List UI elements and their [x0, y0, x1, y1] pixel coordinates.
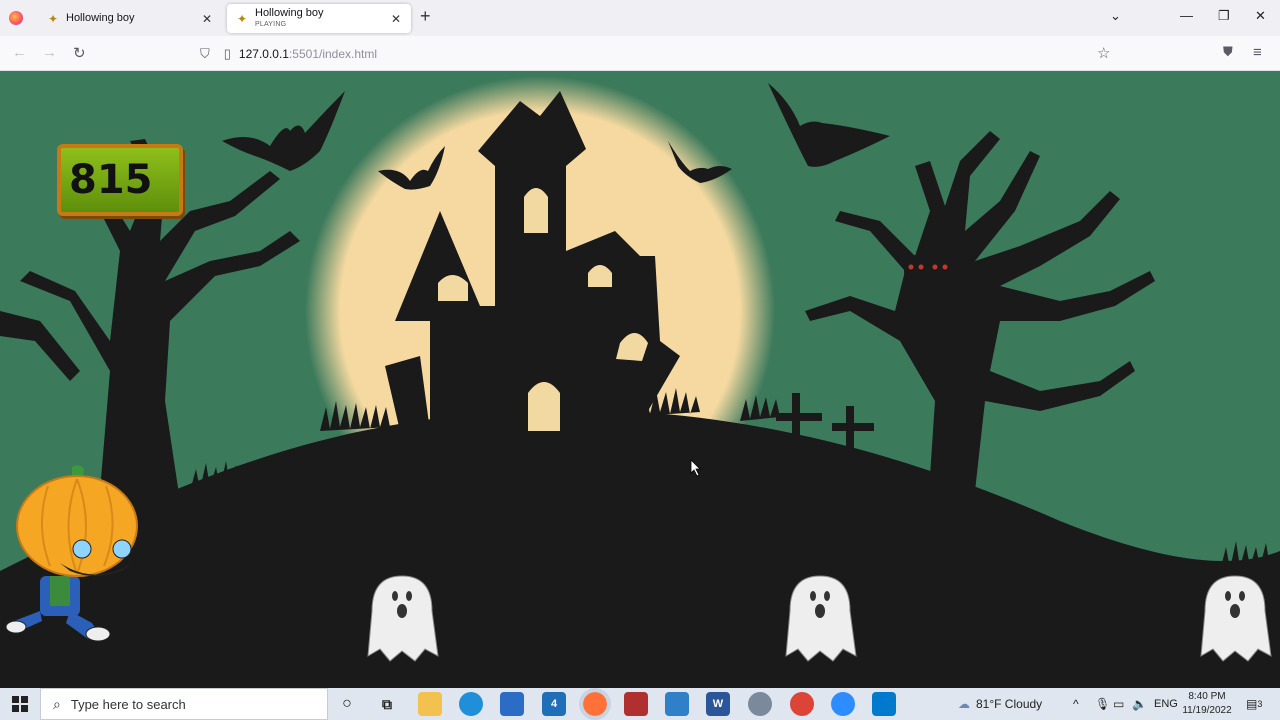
reload-icon[interactable]: ↻	[73, 44, 86, 62]
score-value: 815	[69, 157, 153, 203]
edge-browser-icon[interactable]	[459, 692, 483, 716]
tab-close-icon[interactable]: ✕	[389, 12, 403, 26]
menu-hamburger-icon[interactable]: ≡	[1253, 44, 1262, 61]
tab-title: Hollowing boy	[255, 6, 324, 19]
game-scene	[0, 71, 1280, 688]
clock-date: 11/19/2022	[1182, 705, 1232, 716]
notification-icon[interactable]: ▤ 3	[1246, 688, 1262, 720]
tab-hollowing-boy-1[interactable]: ✦ Hollowing boy ✕	[38, 4, 222, 33]
close-window-icon[interactable]: ✕	[1255, 8, 1266, 24]
battery-icon[interactable]: ▭	[1113, 688, 1124, 720]
url-host: 127.0.0.1	[238, 46, 289, 61]
taskbar-search-box[interactable]: ⌕ Type here to search	[40, 688, 328, 720]
tab-favicon-icon: ✦	[236, 11, 248, 26]
photos-icon[interactable]	[665, 692, 689, 716]
firefox-taskbar-icon[interactable]	[579, 688, 611, 720]
tray-chevron-icon[interactable]: ^	[1073, 688, 1079, 720]
winrar-icon[interactable]	[624, 692, 648, 716]
vscode-icon[interactable]	[872, 692, 896, 716]
word-icon[interactable]: W	[706, 692, 730, 716]
weather-text: 81°F Cloudy	[976, 697, 1043, 711]
url-bar[interactable]: ⛉ ▯ 127.0.0.1:5501/index.html	[194, 40, 1124, 67]
tab-playing-label: PLAYING	[255, 20, 287, 28]
search-icon: ⌕	[53, 695, 61, 712]
tab-hollowing-boy-2[interactable]: ✦ Hollowing boy PLAYING ✕	[227, 4, 411, 33]
back-arrow-icon[interactable]: ←	[12, 44, 27, 61]
forward-arrow-icon[interactable]: →	[42, 44, 57, 61]
windows-taskbar: ⌕ Type here to search ○ ⧉ 4 W ☁ 81°F Clo…	[0, 688, 1280, 720]
url-path: :5501/index.html	[288, 46, 378, 61]
list-all-tabs-chevron-icon[interactable]: ⌄	[1110, 8, 1121, 24]
browser-tab-bar: ✦ Hollowing boy ✕ ✦ Hollowing boy PLAYIN…	[0, 0, 1280, 36]
score-display: 815	[57, 144, 183, 216]
start-windows-icon[interactable]	[0, 688, 40, 720]
new-tab-plus-icon[interactable]: +	[420, 6, 431, 27]
tab-title: Hollowing boy	[66, 12, 135, 24]
minimize-icon[interactable]: —	[1180, 8, 1193, 23]
shield-icon[interactable]: ⛉	[200, 46, 210, 62]
store-icon[interactable]	[500, 692, 524, 716]
clock-time: 8:40 PM	[1188, 691, 1226, 702]
search-placeholder: Type here to search	[70, 696, 186, 712]
notification-badge: 3	[1257, 699, 1263, 709]
chrome-icon[interactable]	[790, 692, 814, 716]
clock[interactable]: 8:40 PM 11/19/2022	[1182, 690, 1232, 718]
mail-icon[interactable]: 4	[542, 692, 566, 716]
cortana-circle-icon[interactable]: ○	[335, 692, 359, 716]
microphone-icon[interactable]: 🎙	[1095, 688, 1110, 720]
zoom-icon[interactable]	[831, 692, 855, 716]
language-indicator[interactable]: ENG	[1154, 688, 1178, 720]
restore-icon[interactable]: ❐	[1218, 8, 1230, 24]
pocket-icon[interactable]: ⛊	[1223, 44, 1233, 60]
weather-widget[interactable]: ☁ 81°F Cloudy	[958, 688, 1042, 720]
page-icon: ▯	[223, 45, 231, 61]
tab-favicon-icon: ✦	[47, 11, 59, 26]
app-icon[interactable]	[748, 692, 772, 716]
tab-close-icon[interactable]: ✕	[200, 12, 214, 26]
game-canvas[interactable]: 815	[0, 71, 1280, 688]
cloud-icon: ☁	[958, 697, 970, 711]
bookmark-star-icon[interactable]: ☆	[1097, 44, 1110, 62]
firefox-icon[interactable]	[0, 0, 32, 36]
task-view-icon[interactable]: ⧉	[375, 692, 399, 716]
volume-icon[interactable]: 🔈	[1132, 688, 1147, 720]
browser-nav-bar: ← → ↻ ⛉ ▯ 127.0.0.1:5501/index.html ☆ ⛊ …	[0, 36, 1280, 71]
file-explorer-icon[interactable]	[418, 692, 442, 716]
mail-badge: 4	[550, 698, 558, 710]
